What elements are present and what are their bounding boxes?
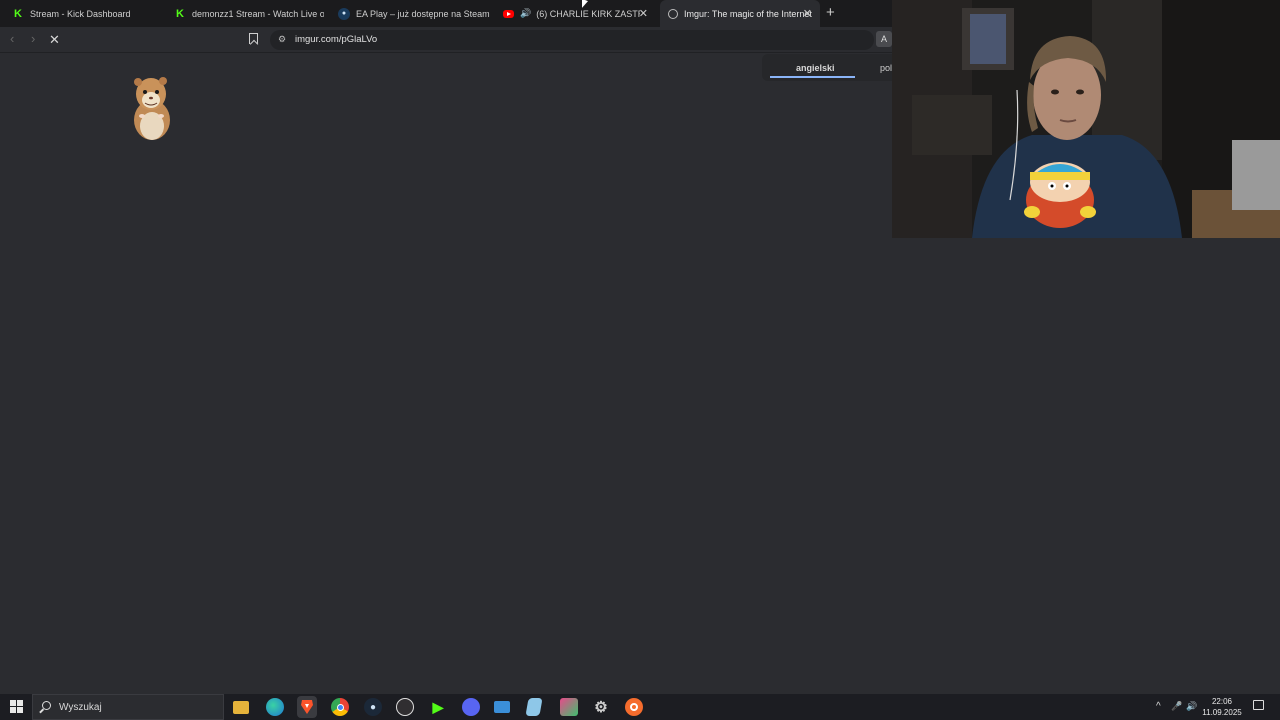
volume-icon[interactable]: 🔊 [1186, 701, 1197, 712]
forward-button[interactable]: › [31, 31, 35, 46]
back-button[interactable]: ‹ [10, 31, 14, 46]
browser-toolbar: ‹ › ✕ ⚙ imgur.com/pGlaLVo A [0, 27, 892, 53]
tab-kick-dashboard[interactable]: K Stream - Kick Dashboard [4, 0, 164, 27]
site-settings-icon[interactable]: ⚙ [278, 34, 286, 45]
webcam-overlay [892, 0, 1280, 238]
tab-imgur[interactable]: Imgur: The magic of the Internet ✕ [660, 0, 820, 27]
taskbar-clock[interactable]: 22:06 11.09.2025 [1202, 696, 1242, 718]
address-bar[interactable]: ⚙ imgur.com/pGlaLVo [270, 30, 874, 50]
tab-title: Imgur: The magic of the Internet [684, 8, 812, 19]
tab-title: (6) CHARLIE KIRK ZASTRZELO [536, 8, 640, 19]
tab-title: EA Play – już dostępne na Steam [356, 8, 490, 19]
tray-overflow-icon[interactable]: ^ [1156, 701, 1161, 712]
notification-center-icon[interactable] [1253, 700, 1264, 710]
gear-app-icon[interactable]: ⚙ [592, 698, 610, 716]
clock-date: 11.09.2025 [1202, 708, 1242, 717]
url-text[interactable]: imgur.com/pGlaLVo [295, 34, 377, 45]
speaker-icon[interactable]: 🔊 [520, 8, 531, 19]
windows-taskbar: Wyszukaj ● ▶ ⚙ ^ 🎤 🔊 22:06 11.09.2025 [0, 694, 1280, 720]
brave-icon[interactable] [297, 696, 317, 718]
imgur-icon [668, 8, 678, 19]
steam-icon: ● [338, 7, 350, 20]
close-icon[interactable]: ✕ [803, 7, 812, 20]
close-icon[interactable]: ✕ [639, 7, 648, 20]
tab-title: Stream - Kick Dashboard [30, 8, 131, 19]
mail-icon[interactable] [494, 701, 510, 713]
mouse-cursor [582, 0, 588, 11]
taskbar-search[interactable]: Wyszukaj [32, 694, 224, 720]
obs-icon[interactable] [396, 698, 414, 716]
webcam-feed-image [892, 0, 1280, 238]
file-explorer-icon[interactable] [233, 701, 249, 714]
bookmark-icon[interactable] [249, 33, 258, 44]
notepad-icon[interactable] [525, 698, 543, 716]
game-launcher-icon[interactable]: ▶ [429, 698, 447, 716]
hamster-image [134, 77, 170, 140]
translate-icon[interactable]: A [876, 31, 892, 47]
tab-kick-stream[interactable]: K demonzz1 Stream - Watch Live on Ki [168, 0, 324, 27]
tab-title: demonzz1 Stream - Watch Live on Ki [192, 8, 324, 19]
youtube-icon [503, 9, 514, 18]
selected-indicator [770, 76, 855, 78]
kick-icon: K [176, 7, 184, 20]
search-icon [42, 701, 51, 710]
windows-start-icon[interactable] [10, 700, 23, 713]
target-language-tab[interactable]: pol [880, 63, 892, 73]
clock-time: 22:06 [1211, 697, 1233, 706]
chat-app-icon[interactable] [560, 698, 578, 716]
origin-icon[interactable] [625, 698, 643, 716]
source-language-tab[interactable]: angielski [796, 63, 835, 73]
tab-youtube[interactable]: 🔊 (6) CHARLIE KIRK ZASTRZELO ✕ [496, 0, 656, 27]
microphone-icon[interactable]: 🎤 [1171, 701, 1182, 712]
edge-icon[interactable] [266, 698, 284, 716]
screen: K Stream - Kick Dashboard K demonzz1 Str… [0, 0, 1280, 720]
new-tab-button[interactable]: + [826, 4, 835, 21]
chrome-icon[interactable] [331, 698, 349, 716]
search-placeholder: Wyszukaj [59, 702, 102, 713]
kick-icon: K [14, 7, 22, 20]
tab-steam-ea-play[interactable]: ● EA Play – już dostępne na Steam [332, 0, 492, 27]
translate-popup: angielski pol [762, 54, 892, 81]
steam-icon[interactable]: ● [364, 698, 382, 716]
discord-icon[interactable] [462, 698, 480, 716]
stop-loading-button[interactable]: ✕ [49, 32, 60, 48]
